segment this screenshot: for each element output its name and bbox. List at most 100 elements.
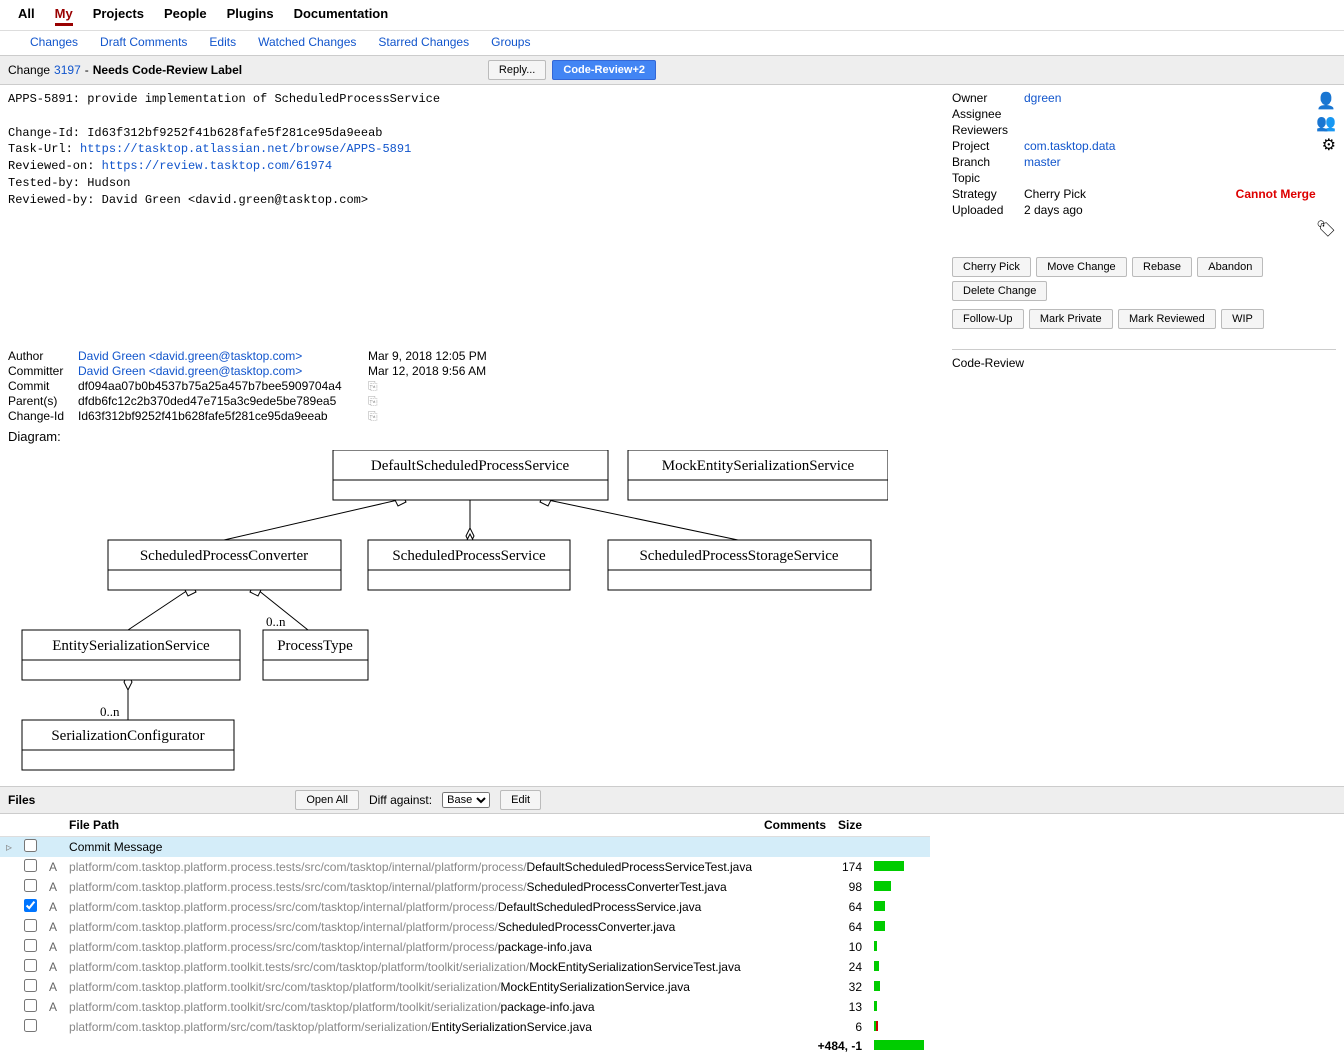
- file-path[interactable]: platform/com.tasktop.platform.process/sr…: [63, 897, 758, 917]
- file-path[interactable]: platform/com.tasktop.platform.process/sr…: [63, 937, 758, 957]
- mark-private-button[interactable]: Mark Private: [1029, 309, 1113, 329]
- branch-link[interactable]: master: [1024, 155, 1061, 169]
- edit-button[interactable]: Edit: [500, 790, 541, 810]
- subnav-edits[interactable]: Edits: [209, 35, 236, 49]
- svg-text:ScheduledProcessConverter: ScheduledProcessConverter: [140, 548, 308, 564]
- subnav-groups[interactable]: Groups: [491, 35, 530, 49]
- delete-change-button[interactable]: Delete Change: [952, 281, 1047, 301]
- changeid-value: Id63f312bf9252f41b628fafe5f281ce95da9eea…: [78, 409, 936, 423]
- task-url-label: Task-Url:: [8, 142, 73, 156]
- project-link[interactable]: com.tasktop.data: [1024, 139, 1115, 153]
- file-checkbox[interactable]: [24, 979, 37, 992]
- file-row[interactable]: A platform/com.tasktop.platform.toolkit/…: [0, 977, 930, 997]
- tab-documentation[interactable]: Documentation: [294, 6, 389, 26]
- subnav-watched-changes[interactable]: Watched Changes: [258, 35, 356, 49]
- commit-hash: df094aa07b0b4537b75a25a457b7bee5909704a4: [78, 379, 936, 393]
- changeid-label: Change-Id: [8, 409, 78, 423]
- cherry-pick-button[interactable]: Cherry Pick: [952, 257, 1031, 277]
- mark-reviewed-button[interactable]: Mark Reviewed: [1118, 309, 1216, 329]
- files-title: Files: [8, 793, 35, 807]
- tab-people[interactable]: People: [164, 6, 207, 26]
- file-row[interactable]: A platform/com.tasktop.platform.process/…: [0, 897, 930, 917]
- file-checkbox[interactable]: [24, 1019, 37, 1032]
- edit-assignee-icon[interactable]: 👤: [1316, 91, 1336, 111]
- settings-icon[interactable]: ⚙: [1316, 135, 1336, 155]
- file-path[interactable]: platform/com.tasktop.platform.toolkit/sr…: [63, 997, 758, 1017]
- file-path[interactable]: platform/com.tasktop.platform.toolkit/sr…: [63, 977, 758, 997]
- expand-icon[interactable]: [0, 977, 18, 997]
- multiplicity-sc: 0..n: [100, 704, 120, 719]
- size-bar: [868, 917, 930, 937]
- parents-label: Parent(s): [8, 394, 78, 408]
- reply-button[interactable]: Reply...: [488, 60, 546, 80]
- file-checkbox[interactable]: [24, 939, 37, 952]
- file-checkbox[interactable]: [24, 959, 37, 972]
- file-path[interactable]: Commit Message: [63, 836, 758, 857]
- tab-plugins[interactable]: Plugins: [227, 6, 274, 26]
- file-row[interactable]: A platform/com.tasktop.platform.toolkit/…: [0, 997, 930, 1017]
- file-checkbox[interactable]: [24, 919, 37, 932]
- change-id-value: Id63f312bf9252f41b628fafe5f281ce95da9eea…: [87, 126, 382, 140]
- file-checkbox[interactable]: [24, 859, 37, 872]
- expand-icon[interactable]: [0, 897, 18, 917]
- file-row[interactable]: A platform/com.tasktop.platform.process.…: [0, 877, 930, 897]
- copy-icon[interactable]: ⎘: [368, 379, 378, 394]
- file-row[interactable]: ▹ Commit Message: [0, 836, 930, 857]
- move-change-button[interactable]: Move Change: [1036, 257, 1127, 277]
- svg-text:ScheduledProcessStorageService: ScheduledProcessStorageService: [639, 548, 838, 564]
- expand-icon[interactable]: [0, 877, 18, 897]
- strategy-value: Cherry Pick: [1024, 187, 1236, 201]
- tab-all[interactable]: All: [18, 6, 35, 26]
- file-status: [43, 836, 63, 857]
- cannot-merge-label: Cannot Merge: [1236, 187, 1316, 201]
- expand-icon[interactable]: [0, 1017, 18, 1037]
- expand-icon[interactable]: ▹: [0, 836, 18, 857]
- file-row[interactable]: A platform/com.tasktop.platform.process.…: [0, 857, 930, 877]
- topic-label: Topic: [952, 171, 1024, 185]
- tab-my[interactable]: My: [55, 6, 73, 26]
- reviewed-on-link[interactable]: https://review.tasktop.com/61974: [102, 159, 332, 173]
- file-path[interactable]: platform/com.tasktop.platform.process.te…: [63, 877, 758, 897]
- copy-icon[interactable]: ⎘: [368, 409, 378, 424]
- author-label: Author: [8, 349, 78, 363]
- rebase-button[interactable]: Rebase: [1132, 257, 1192, 277]
- task-url-link[interactable]: https://tasktop.atlassian.net/browse/APP…: [80, 142, 411, 156]
- file-path[interactable]: platform/com.tasktop.platform/src/com/ta…: [63, 1017, 758, 1037]
- committer-link[interactable]: David Green <david.green@tasktop.com>: [78, 364, 302, 378]
- code-review-label: Code-Review: [952, 356, 1024, 370]
- file-size: 64: [832, 897, 868, 917]
- file-row[interactable]: A platform/com.tasktop.platform.process/…: [0, 937, 930, 957]
- expand-icon[interactable]: [0, 997, 18, 1017]
- file-path[interactable]: platform/com.tasktop.platform.process.te…: [63, 857, 758, 877]
- file-row[interactable]: platform/com.tasktop.platform/src/com/ta…: [0, 1017, 930, 1037]
- subnav-starred-changes[interactable]: Starred Changes: [378, 35, 469, 49]
- change-number-link[interactable]: 3197: [54, 63, 81, 77]
- copy-icon[interactable]: ⎘: [368, 394, 378, 409]
- file-checkbox[interactable]: [24, 879, 37, 892]
- file-checkbox[interactable]: [24, 899, 37, 912]
- open-all-button[interactable]: Open All: [295, 790, 359, 810]
- file-checkbox[interactable]: [24, 839, 37, 852]
- subnav-draft-comments[interactable]: Draft Comments: [100, 35, 187, 49]
- file-status: A: [43, 857, 63, 877]
- abandon-button[interactable]: Abandon: [1197, 257, 1263, 277]
- expand-icon[interactable]: [0, 857, 18, 877]
- subnav-changes[interactable]: Changes: [30, 35, 78, 49]
- code-review-button[interactable]: Code-Review+2: [552, 60, 656, 80]
- class-pt: ProcessType: [263, 630, 368, 680]
- expand-icon[interactable]: [0, 917, 18, 937]
- wip-button[interactable]: WIP: [1221, 309, 1264, 329]
- file-path[interactable]: platform/com.tasktop.platform.process/sr…: [63, 917, 758, 937]
- files-header: Files Open All Diff against: Base Edit: [0, 786, 1344, 814]
- tag-icon[interactable]: 🏷: [1316, 219, 1336, 239]
- add-reviewer-icon[interactable]: 👥: [1316, 113, 1336, 133]
- file-row[interactable]: A platform/com.tasktop.platform.process/…: [0, 917, 930, 937]
- owner-link[interactable]: dgreen: [1024, 91, 1061, 105]
- tab-projects[interactable]: Projects: [93, 6, 144, 26]
- comments-header: Comments: [758, 814, 832, 837]
- follow-up-button[interactable]: Follow-Up: [952, 309, 1024, 329]
- expand-icon[interactable]: [0, 937, 18, 957]
- diff-base-select[interactable]: Base: [442, 792, 490, 808]
- author-link[interactable]: David Green <david.green@tasktop.com>: [78, 349, 302, 363]
- file-checkbox[interactable]: [24, 999, 37, 1012]
